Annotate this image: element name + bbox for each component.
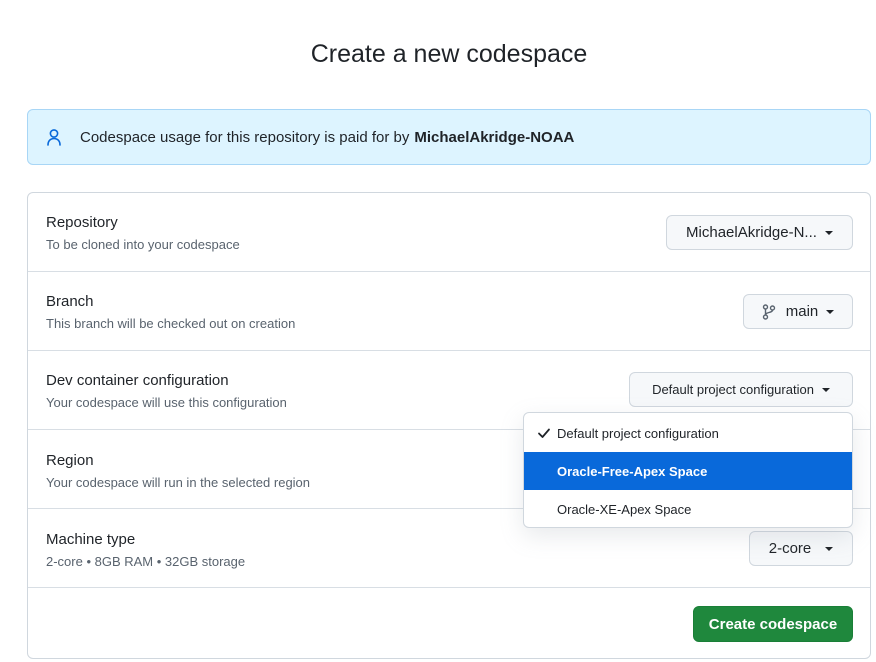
chevron-down-icon <box>824 230 833 235</box>
check-icon <box>537 426 551 440</box>
machine-select-button[interactable]: 2-core <box>749 531 853 566</box>
branch-label: Branch <box>46 293 94 310</box>
repository-row: Repository To be cloned into your codesp… <box>28 193 870 272</box>
branch-value: main <box>785 303 819 320</box>
devcontainer-label: Dev container configuration <box>46 372 229 389</box>
branch-description: This branch will be checked out on creat… <box>46 316 296 331</box>
menu-item-label: Oracle-Free-Apex Space <box>557 463 708 479</box>
create-codespace-button[interactable]: Create codespace <box>693 606 853 642</box>
machine-value: 2-core <box>768 540 812 557</box>
chevron-down-icon <box>825 546 834 551</box>
devcontainer-select-button[interactable]: Default project configuration <box>629 372 853 407</box>
chevron-down-icon <box>821 387 830 392</box>
menu-item-default-config[interactable]: Default project configuration <box>524 414 852 452</box>
devcontainer-dropdown-menu: Default project configuration Oracle-Fre… <box>523 412 853 528</box>
menu-item-label: Default project configuration <box>557 425 719 441</box>
machine-description: 2-core • 8GB RAM • 32GB storage <box>46 554 246 569</box>
devcontainer-description: Your codespace will use this configurati… <box>46 395 287 410</box>
repository-description: To be cloned into your codespace <box>46 237 240 252</box>
branch-row: Branch This branch will be checked out o… <box>28 272 870 351</box>
menu-item-oracle-free-apex[interactable]: Oracle-Free-Apex Space <box>524 452 852 490</box>
machine-label: Machine type <box>46 531 136 548</box>
branch-select-button[interactable]: main <box>743 294 853 329</box>
git-branch-icon <box>762 303 776 320</box>
person-icon <box>46 128 62 146</box>
devcontainer-value: Default project configuration <box>652 382 814 397</box>
region-label: Region <box>46 452 94 469</box>
notice-owner: MichaelAkridge-NOAA <box>414 128 575 146</box>
notice-text: Codespace usage for this repository is p… <box>80 128 410 146</box>
repository-select-button[interactable]: MichaelAkridge-N... <box>666 215 853 250</box>
page-title: Create a new codespace <box>310 40 588 68</box>
region-description: Your codespace will run in the selected … <box>46 475 311 490</box>
menu-item-label: Oracle-XE-Apex Space <box>557 501 692 517</box>
repository-label: Repository <box>46 214 118 231</box>
chevron-down-icon <box>826 309 835 314</box>
repository-value: MichaelAkridge-N... <box>686 224 817 241</box>
billing-notice: Codespace usage for this repository is p… <box>27 109 871 165</box>
menu-item-oracle-xe-apex[interactable]: Oracle-XE-Apex Space <box>524 490 852 527</box>
